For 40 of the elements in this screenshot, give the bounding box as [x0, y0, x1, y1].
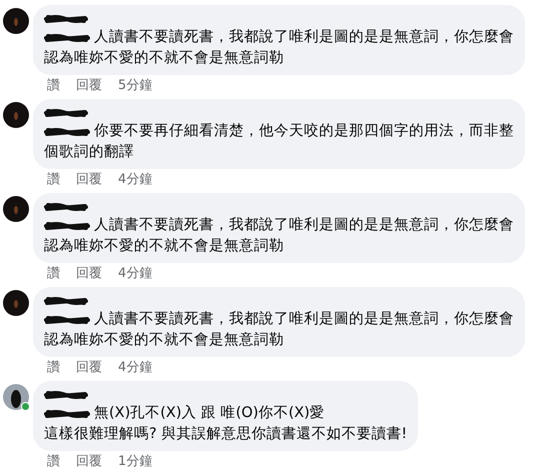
redacted-name-drawing	[44, 408, 90, 418]
comment-text: 你要不要再仔細看清楚，他今天咬的是那四個字的用法，而非整	[94, 122, 514, 141]
redacted-name-drawing	[44, 390, 88, 400]
redacted-name-drawing	[44, 202, 88, 212]
comment-time[interactable]: 4分鐘	[118, 171, 152, 188]
comment-action-link[interactable]: 讚	[47, 359, 60, 376]
redacted-name-drawing	[44, 32, 90, 42]
comment-text: 這樣很難理解嗎? 與其誤解意思你讀書還不如不要讀書!	[44, 426, 408, 442]
comment-text: 認為唯妳不愛的不就不會是無意詞勒	[44, 50, 284, 66]
avatar[interactable]	[3, 196, 29, 222]
redacted-name-drawing	[44, 314, 90, 324]
avatar[interactable]	[3, 102, 29, 128]
comment-action-link[interactable]: 讚	[47, 77, 60, 94]
comment-action-link[interactable]: 回覆	[76, 77, 102, 94]
comment-text: 人讀書不要讀死書，我都說了唯利是圖的是是無意詞，你怎麼會	[94, 28, 514, 47]
comment-text: 個歌詞的翻譯	[44, 144, 134, 160]
avatar[interactable]	[3, 384, 29, 410]
comment-time[interactable]: 1分鐘	[118, 453, 152, 470]
comment-action-link[interactable]: 回覆	[76, 265, 102, 282]
comment-action-link[interactable]: 讚	[47, 265, 60, 282]
comment-time[interactable]: 4分鐘	[118, 359, 152, 376]
avatar[interactable]	[3, 290, 29, 316]
comment-action-link[interactable]: 讚	[47, 171, 60, 188]
comment-text: 無(X)孔不(X)入 跟 唯(O)你不(X)愛	[94, 404, 325, 423]
redacted-name-drawing	[44, 220, 90, 230]
comment-text: 人讀書不要讀死書，我都說了唯利是圖的是是無意詞，你怎麼會	[94, 310, 514, 329]
comment-action-link[interactable]: 讚	[47, 453, 60, 470]
comment-time[interactable]: 5分鐘	[118, 77, 152, 94]
avatar[interactable]	[3, 8, 29, 34]
redacted-name-drawing	[44, 108, 88, 118]
comment-action-link[interactable]: 回覆	[76, 359, 102, 376]
comment-time[interactable]: 4分鐘	[118, 265, 152, 282]
redacted-name-drawing	[44, 126, 90, 136]
comment-action-link[interactable]: 回覆	[76, 453, 102, 470]
redacted-name-drawing	[44, 14, 88, 24]
comment-text: 認為唯妳不愛的不就不會是無意詞勒	[44, 332, 284, 348]
comment-text: 人讀書不要讀死書，我都說了唯利是圖的是是無意詞，你怎麼會	[94, 216, 514, 235]
comment-action-link[interactable]: 回覆	[76, 171, 102, 188]
comment-text: 認為唯妳不愛的不就不會是無意詞勒	[44, 238, 284, 254]
redacted-name-drawing	[44, 296, 88, 306]
